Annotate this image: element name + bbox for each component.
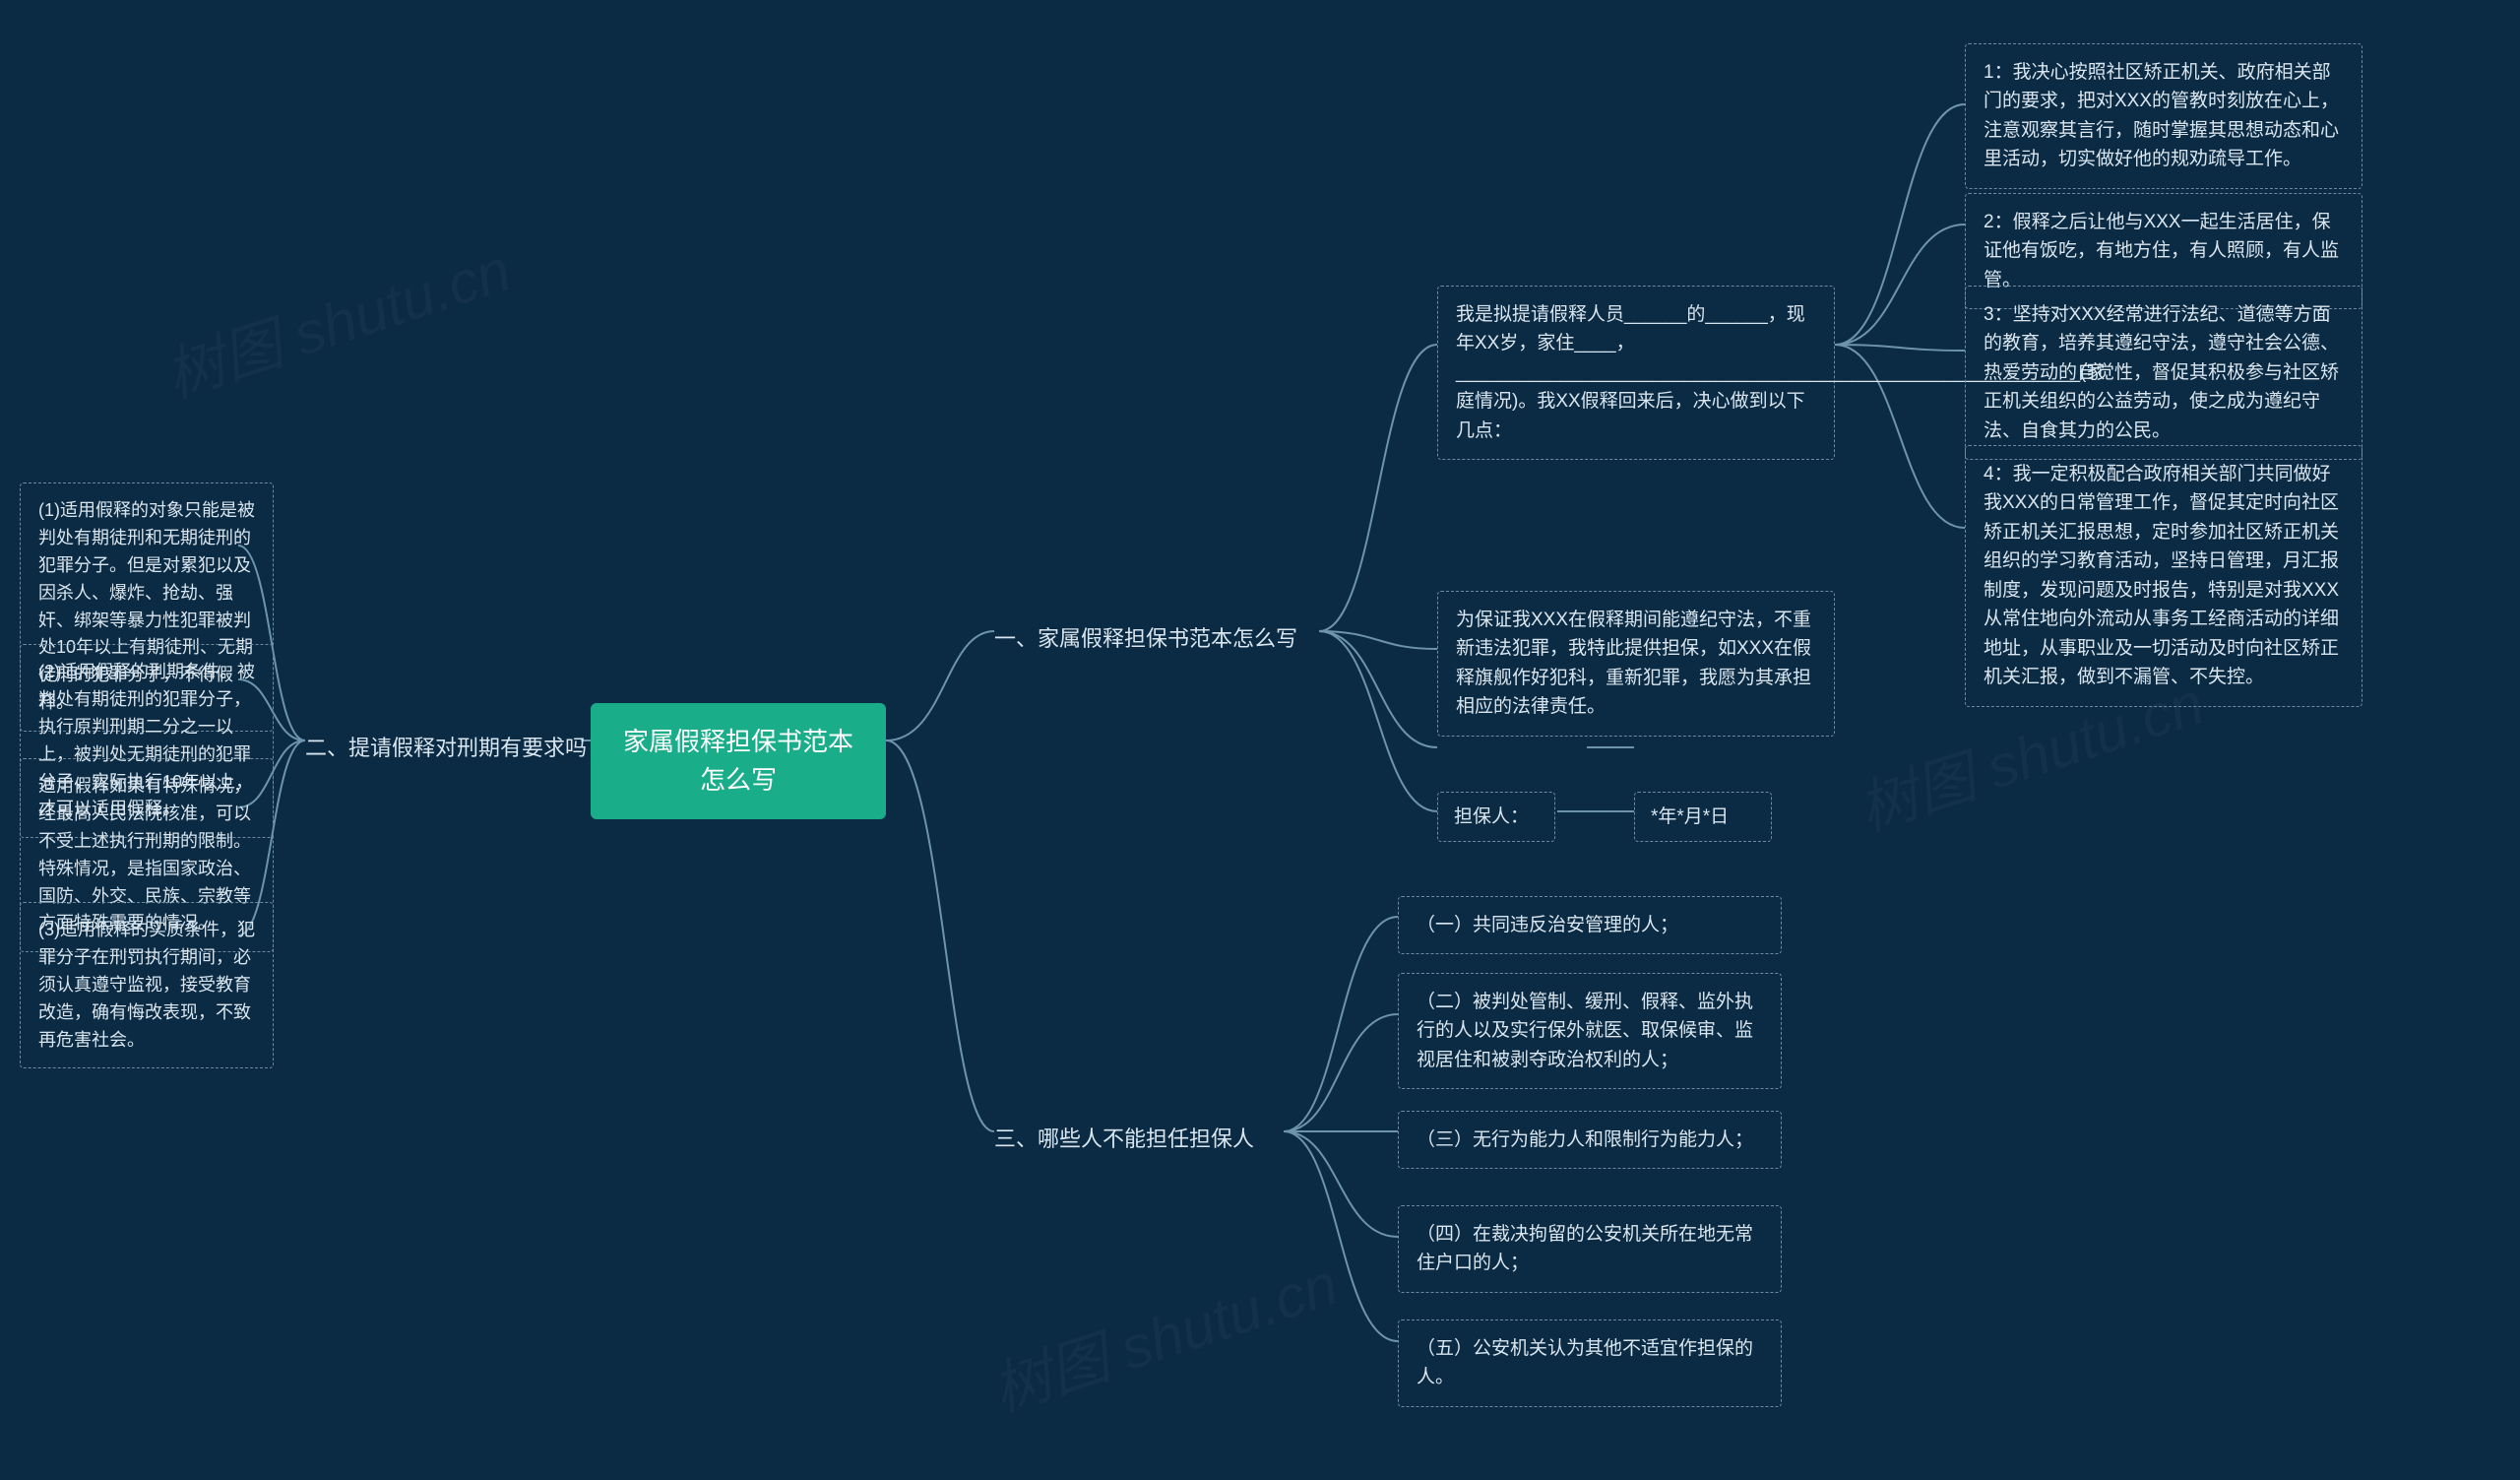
branch3-item-3[interactable]: （三）无行为能力人和限制行为能力人； [1398, 1111, 1782, 1169]
branch1-date[interactable]: *年*月*日 [1634, 792, 1772, 842]
branch3-item-5[interactable]: （五）公安机关认为其他不适宜作担保的人。 [1398, 1319, 1782, 1407]
branch3-item-4-text: （四）在裁决拘留的公安机关所在地无常住户口的人； [1417, 1224, 1753, 1273]
branch1-guarantor-text: 担保人： [1454, 806, 1529, 827]
branch1-point-3-text: 3：坚持对XXX经常进行法纪、道德等方面的教育，培养其遵纪守法，遵守社会公德、热… [1984, 304, 2339, 441]
branch3-item-4[interactable]: （四）在裁决拘留的公安机关所在地无常住户口的人； [1398, 1205, 1782, 1293]
watermark: 树图 shutu.cn [979, 1237, 1347, 1429]
branch1-point-4[interactable]: 4：我一定积极配合政府相关部门共同做好我XXX的日常管理工作，督促其定时向社区矫… [1965, 445, 2362, 707]
branch1-guarantee[interactable]: 为保证我XXX在假释期间能遵纪守法，不重新违法犯罪，我特此提供担保，如XXX在假… [1437, 591, 1835, 737]
branch1-point-1-text: 1：我决心按照社区矫正机关、政府相关部门的要求，把对XXX的管教时刻放在心上，注… [1984, 62, 2339, 169]
root-title: 家属假释担保书范本怎么写 [623, 727, 853, 795]
branch3-item-2-text: （二）被判处管制、缓刑、假释、监外执行的人以及实行保外就医、取保候审、监视居住和… [1417, 992, 1753, 1070]
branch1-guarantee-text: 为保证我XXX在假释期间能遵纪守法，不重新违法犯罪，我特此提供担保，如XXX在假… [1456, 610, 1811, 717]
branch1-point-1[interactable]: 1：我决心按照社区矫正机关、政府相关部门的要求，把对XXX的管教时刻放在心上，注… [1965, 43, 2362, 189]
branch2-item-4[interactable]: (3)适用假释的实质条件，犯罪分子在刑罚执行期间，必须认真遵守监视，接受教育改造… [20, 902, 274, 1068]
branch1-intro[interactable]: 我是拟提请假释人员______的______，现年XX岁，家住____，____… [1437, 286, 1835, 460]
branch-3-label: 三、哪些人不能担任担保人 [994, 1126, 1254, 1151]
branch-1-label: 一、家属假释担保书范本怎么写 [994, 626, 1297, 651]
branch1-point-4-text: 4：我一定积极配合政府相关部门共同做好我XXX的日常管理工作，督促其定时向社区矫… [1984, 464, 2339, 687]
branch-2-label: 二、提请假释对刑期有要求吗 [305, 736, 587, 760]
branch3-item-5-text: （五）公安机关认为其他不适宜作担保的人。 [1417, 1338, 1753, 1387]
branch1-guarantor[interactable]: 担保人： [1437, 792, 1555, 842]
root-node[interactable]: 家属假释担保书范本怎么写 [591, 703, 886, 819]
branch1-point-2-text: 2：假释之后让他与XXX一起生活居住，保证他有饭吃，有地方住，有人照顾，有人监管… [1984, 212, 2339, 290]
branch3-item-1-text: （一）共同违反治安管理的人； [1417, 915, 1678, 935]
watermark: 树图 shutu.cn [153, 223, 520, 415]
branch1-date-text: *年*月*日 [1651, 806, 1729, 827]
branch-3[interactable]: 三、哪些人不能担任担保人 [994, 1117, 1254, 1161]
branch1-point-3[interactable]: 3：坚持对XXX经常进行法纪、道德等方面的教育，培养其遵纪守法，遵守社会公德、热… [1965, 286, 2362, 460]
branch3-item-1[interactable]: （一）共同违反治安管理的人； [1398, 896, 1782, 954]
branch-1[interactable]: 一、家属假释担保书范本怎么写 [994, 616, 1297, 661]
branch3-item-3-text: （三）无行为能力人和限制行为能力人； [1417, 1129, 1753, 1150]
branch2-item-4-text: (3)适用假释的实质条件，犯罪分子在刑罚执行期间，必须认真遵守监视，接受教育改造… [38, 920, 255, 1050]
branch-2[interactable]: 二、提请假释对刑期有要求吗 [305, 726, 581, 770]
branch3-item-2[interactable]: （二）被判处管制、缓刑、假释、监外执行的人以及实行保外就医、取保候审、监视居住和… [1398, 973, 1782, 1089]
